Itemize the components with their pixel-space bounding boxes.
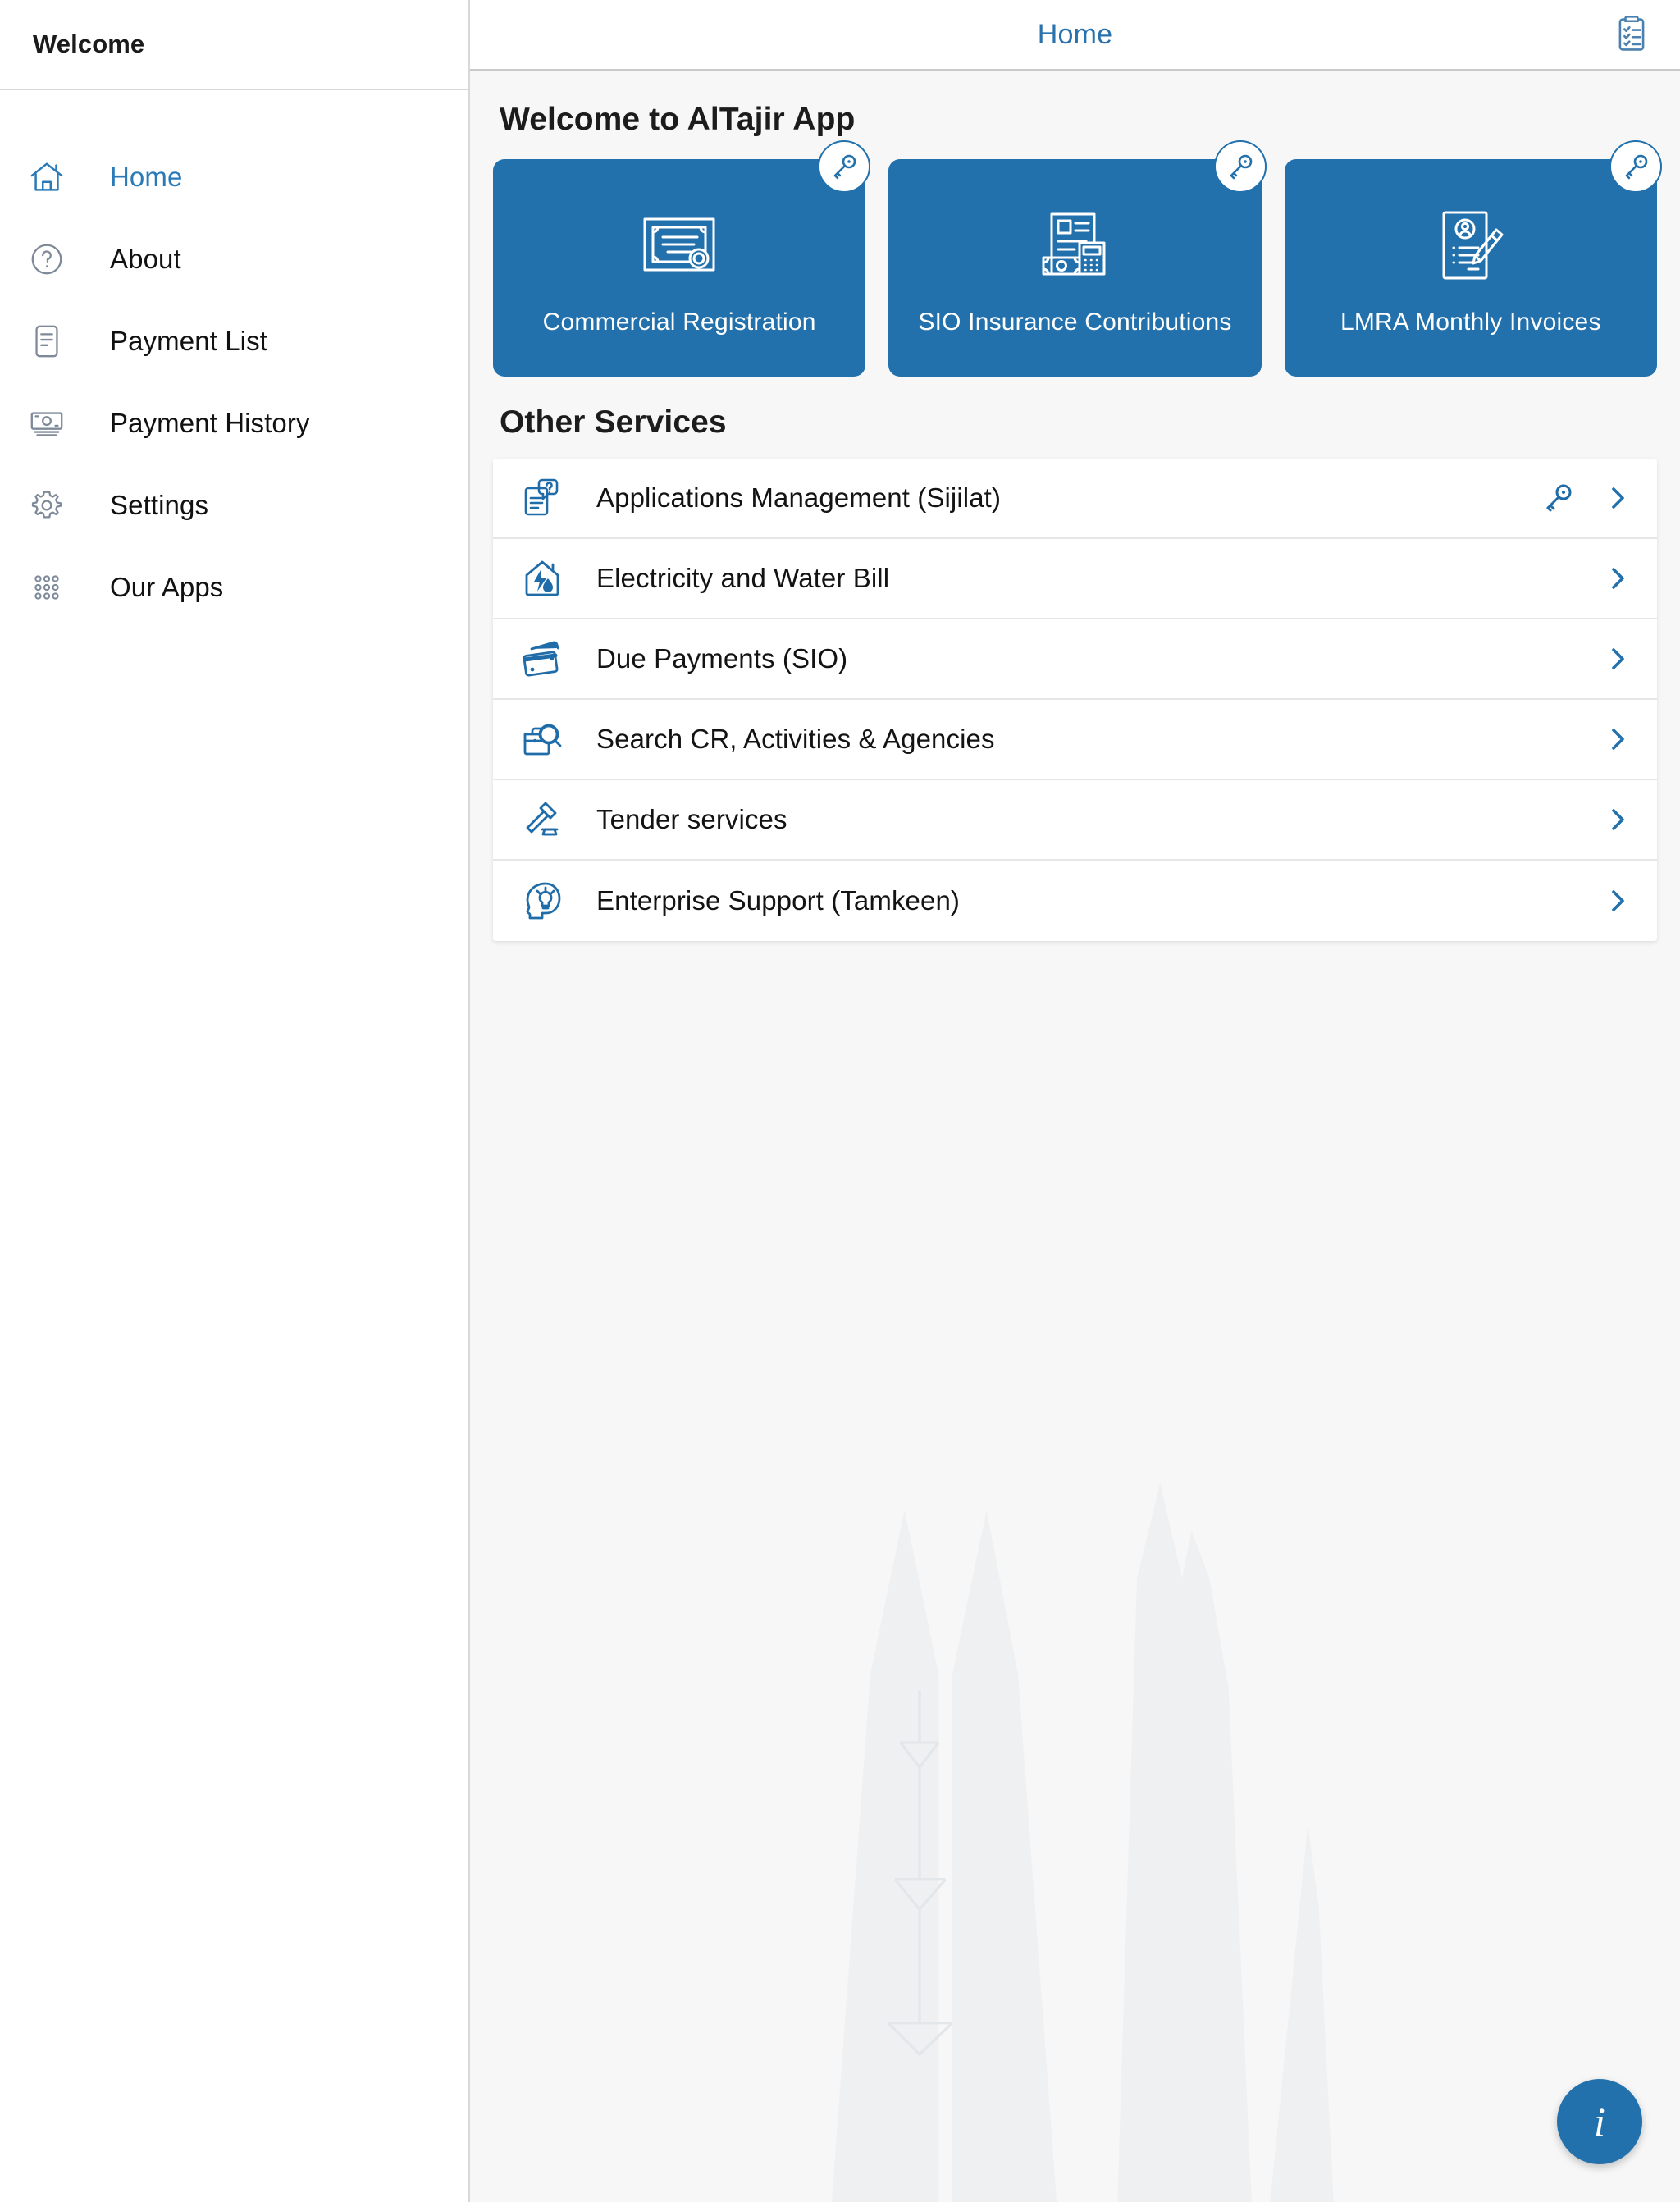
banknote-icon [23, 400, 71, 447]
service-label: Tender services [596, 804, 788, 834]
service-list: Applications Management (Sijilat) Electr… [493, 459, 1657, 941]
card-label: SIO Insurance Contributions [918, 308, 1232, 336]
head-bulb-icon [519, 878, 565, 924]
chevron-right-icon[interactable] [1601, 642, 1634, 675]
key-icon [1609, 140, 1662, 193]
briefcase-search-icon [519, 716, 565, 762]
feature-cards: Commercial Registration SIO Insurance Co… [493, 140, 1662, 377]
chevron-right-icon[interactable] [1601, 723, 1634, 756]
content-inner: Welcome to AlTajir App Commercial Regist… [493, 71, 1662, 941]
service-row-due-payments-sio[interactable]: Due Payments (SIO) [493, 619, 1657, 700]
credit-cards-icon [519, 636, 565, 682]
sidebar-item-payment-list[interactable]: Payment List [0, 300, 468, 382]
info-icon: i [1594, 2099, 1605, 2145]
service-row-electricity-water-bill[interactable]: Electricity and Water Bill [493, 539, 1657, 619]
sidebar-item-payment-history[interactable]: Payment History [0, 382, 468, 464]
page-title: Home [1037, 18, 1113, 50]
service-label: Search CR, Activities & Agencies [596, 724, 995, 754]
chevron-right-icon[interactable] [1601, 562, 1634, 595]
form-pen-icon [1436, 200, 1506, 290]
card-label: Commercial Registration [542, 308, 816, 336]
grid-dots-icon [23, 564, 71, 611]
sidebar-item-settings[interactable]: Settings [0, 464, 468, 546]
certificate-icon [640, 200, 719, 290]
invoice-calculator-icon [1037, 200, 1112, 290]
bahrain-world-trade-center-watermark [665, 1332, 1486, 2202]
service-label: Applications Management (Sijilat) [596, 482, 1002, 513]
chevron-right-icon[interactable] [1601, 482, 1634, 514]
sidebar-title: Welcome [33, 30, 145, 58]
sidebar-item-label: Settings [110, 490, 209, 520]
house-power-water-icon [519, 555, 565, 601]
app-root: Welcome Home About Payment List Payment … [0, 0, 1680, 2202]
document-question-icon [519, 475, 565, 521]
service-row-enterprise-support-tamkeen[interactable]: Enterprise Support (Tamkeen) [493, 861, 1657, 941]
key-icon [1213, 140, 1267, 193]
info-button[interactable]: i [1557, 2079, 1642, 2164]
key-icon [818, 140, 871, 193]
key-icon [1537, 477, 1578, 519]
sidebar-item-label: About [110, 244, 181, 274]
document-list-icon [23, 318, 71, 365]
gavel-icon [519, 797, 565, 843]
gear-icon [23, 482, 71, 529]
sidebar-item-label: Home [110, 162, 183, 192]
service-row-search-cr-activities-agencies[interactable]: Search CR, Activities & Agencies [493, 700, 1657, 780]
sidebar-item-our-apps[interactable]: Our Apps [0, 546, 468, 628]
home-icon [23, 153, 71, 201]
clipboard-check-icon[interactable] [1606, 9, 1657, 60]
card-commercial-registration[interactable]: Commercial Registration [493, 140, 871, 377]
service-row-applications-management[interactable]: Applications Management (Sijilat) [493, 459, 1657, 539]
question-circle-icon [23, 235, 71, 283]
sidebar-item-label: Payment History [110, 408, 310, 438]
content-area: Welcome to AlTajir App Commercial Regist… [470, 71, 1680, 2202]
sidebar-item-home[interactable]: Home [0, 136, 468, 218]
chevron-right-icon[interactable] [1601, 884, 1634, 917]
sidebar-item-label: Payment List [110, 326, 267, 356]
card-label: LMRA Monthly Invoices [1340, 308, 1601, 336]
service-label: Due Payments (SIO) [596, 643, 848, 674]
topbar: Home [470, 0, 1680, 71]
sidebar: Welcome Home About Payment List Payment … [0, 0, 470, 2202]
sidebar-item-about[interactable]: About [0, 218, 468, 300]
sidebar-item-label: Our Apps [110, 572, 224, 602]
service-label: Enterprise Support (Tamkeen) [596, 885, 960, 916]
service-row-tender-services[interactable]: Tender services [493, 780, 1657, 861]
card-lmra-monthly-invoices[interactable]: LMRA Monthly Invoices [1284, 140, 1662, 377]
card-sio-insurance-contributions[interactable]: SIO Insurance Contributions [888, 140, 1267, 377]
service-label: Electricity and Water Bill [596, 563, 890, 593]
sidebar-nav: Home About Payment List Payment History … [0, 90, 468, 628]
welcome-heading: Welcome to AlTajir App [500, 102, 856, 137]
sidebar-header: Welcome [0, 0, 468, 90]
other-services-heading: Other Services [500, 404, 727, 440]
main-content: Home Welcome to AlTajir App Commercial R… [470, 0, 1680, 2202]
chevron-right-icon[interactable] [1601, 803, 1634, 836]
